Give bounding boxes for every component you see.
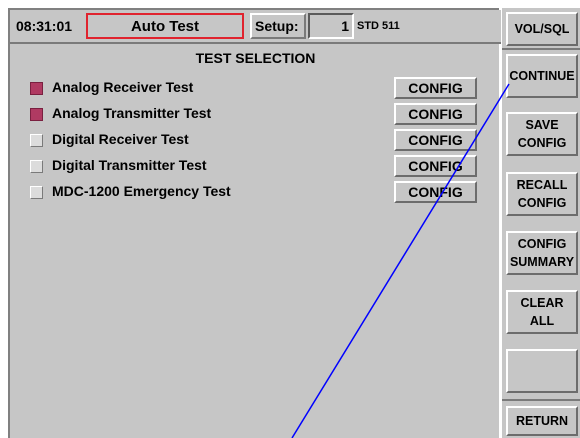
test-label: MDC-1200 Emergency Test — [52, 183, 231, 199]
softkey-divider — [502, 48, 580, 50]
clock-display: 08:31:01 — [16, 18, 73, 34]
setup-number-field[interactable]: 1 — [308, 13, 354, 39]
test-row-digital-receiver: Digital Receiver Test CONFIG — [30, 129, 480, 151]
config-button[interactable]: CONFIG — [394, 181, 477, 203]
vol-sql-button[interactable]: VOL/SQL — [506, 12, 578, 46]
setup-label: Setup: — [250, 13, 306, 39]
test-row-analog-transmitter: Analog Transmitter Test CONFIG — [30, 103, 480, 125]
config-button[interactable]: CONFIG — [394, 103, 477, 125]
config-summary-button[interactable]: CONFIG SUMMARY — [506, 231, 578, 275]
recall-config-line1: RECALL — [516, 178, 568, 192]
test-checkbox[interactable] — [30, 108, 43, 121]
screen: 08:31:01 Auto Test Setup: 1 STD 511 TEST… — [0, 0, 580, 438]
config-button[interactable]: CONFIG — [394, 129, 477, 151]
blank-softkey[interactable] — [506, 349, 578, 393]
config-button[interactable]: CONFIG — [394, 77, 477, 99]
clear-all-line1: CLEAR — [520, 296, 564, 310]
softkey-column: VOL/SQL CONTINUE SAVE CONFIG RECALL CONF… — [502, 8, 580, 438]
config-summary-line2: SUMMARY — [509, 255, 575, 269]
test-label: Digital Transmitter Test — [52, 157, 207, 173]
test-checkbox[interactable] — [30, 160, 43, 173]
test-checkbox[interactable] — [30, 186, 43, 199]
test-checkbox[interactable] — [30, 82, 43, 95]
section-title: TEST SELECTION — [195, 50, 316, 66]
continue-button[interactable]: CONTINUE — [506, 54, 578, 98]
recall-config-line2: CONFIG — [517, 196, 567, 210]
save-config-line2: CONFIG — [517, 136, 567, 150]
test-row-mdc-1200-emergency: MDC-1200 Emergency Test CONFIG — [30, 181, 480, 203]
setup-standard-label: STD 511 — [357, 20, 400, 32]
config-button[interactable]: CONFIG — [394, 155, 477, 177]
test-row-analog-receiver: Analog Receiver Test CONFIG — [30, 77, 480, 99]
test-label: Analog Receiver Test — [52, 79, 194, 95]
mode-indicator[interactable]: Auto Test — [86, 13, 244, 39]
config-summary-line1: CONFIG — [517, 237, 567, 251]
softkey-divider — [502, 399, 580, 401]
test-label: Digital Receiver Test — [52, 131, 189, 147]
test-checkbox[interactable] — [30, 134, 43, 147]
return-button[interactable]: RETURN — [506, 406, 578, 436]
clear-all-button[interactable]: CLEAR ALL — [506, 290, 578, 334]
save-config-line1: SAVE — [525, 118, 559, 132]
test-label: Analog Transmitter Test — [52, 105, 212, 121]
main-panel: 08:31:01 Auto Test Setup: 1 STD 511 TEST… — [8, 8, 501, 438]
clear-all-line2: ALL — [529, 314, 555, 328]
recall-config-button[interactable]: RECALL CONFIG — [506, 172, 578, 216]
save-config-button[interactable]: SAVE CONFIG — [506, 112, 578, 156]
header-bar: 08:31:01 Auto Test Setup: 1 STD 511 — [10, 10, 501, 44]
test-row-digital-transmitter: Digital Transmitter Test CONFIG — [30, 155, 480, 177]
